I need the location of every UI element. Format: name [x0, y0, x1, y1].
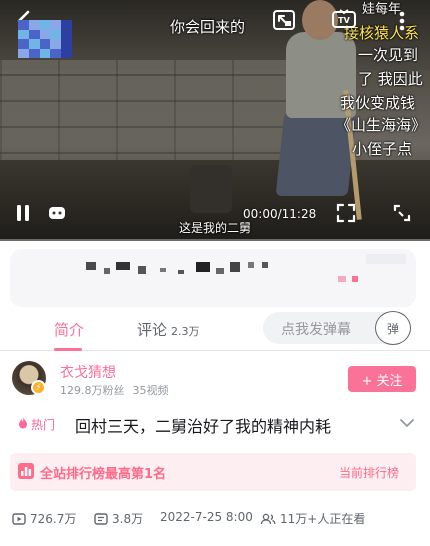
danmaku-stat: 3.8万: [94, 510, 143, 527]
tv-cast-icon[interactable]: TV: [330, 8, 358, 32]
tab-comments-count: 2.3万: [171, 325, 200, 338]
danmaku-count: 3.8万: [112, 512, 144, 526]
picture-in-picture-icon[interactable]: [270, 8, 298, 32]
views-stat: 726.7万: [12, 510, 76, 527]
views-count: 726.7万: [30, 512, 77, 526]
watching-count: 11万+人正在看: [280, 512, 366, 526]
video-title: 回村三天，二舅治好了我的精神内耗: [75, 417, 332, 436]
watching-icon: [260, 513, 276, 524]
danmaku-input-placeholder: 点我发弹幕: [281, 322, 351, 338]
ad-logo: [18, 20, 72, 58]
danmaku-item: 《山生海海》: [336, 116, 427, 134]
danmaku-item: 了 我因此: [358, 70, 423, 88]
danmaku-item: 你会回来的: [170, 18, 246, 36]
current-ranking-link[interactable]: 当前排行榜: [339, 464, 399, 481]
views-icon: [12, 512, 26, 525]
publish-time: 2022-7-25 8:00: [160, 510, 253, 524]
verified-badge-icon: ⚡: [31, 380, 46, 395]
publish-time-text: 2022-7-25 8:00: [160, 510, 253, 524]
ad-banner[interactable]: [0, 241, 430, 309]
danmaku-item: 小侄子点: [352, 140, 413, 158]
tab-comments-label: 评论: [137, 321, 168, 339]
hot-tag[interactable]: 热门: [12, 414, 62, 434]
watching-stat: 11万+人正在看: [260, 510, 365, 527]
svg-text:TV: TV: [338, 16, 350, 25]
video-subtitle: 这是我的二舅: [178, 221, 251, 235]
chevron-down-icon[interactable]: [398, 414, 416, 432]
video-frame-basket: [190, 165, 232, 213]
danmaku-count-icon: [94, 512, 108, 525]
tab-intro[interactable]: 简介: [54, 319, 84, 340]
uploader-videos: 35视频: [132, 384, 169, 397]
danmaku-item: 一次见到: [358, 46, 419, 64]
uploader-fans: 129.8万粉丝: [60, 384, 125, 397]
ranking-text: 全站排行榜最高第1名: [40, 467, 167, 482]
uploader-stats: 129.8万粉丝 35视频: [60, 382, 169, 398]
danmaku-item: 我伙变成钱: [340, 94, 416, 112]
hot-tag-label: 热门: [31, 417, 56, 432]
danmaku-settings-button[interactable]: 弹: [375, 311, 411, 345]
flame-icon: [18, 416, 28, 432]
uploader-name[interactable]: 衣戈猜想: [60, 362, 116, 382]
follow-button[interactable]: + 关注: [348, 366, 416, 392]
tab-active-indicator: [54, 348, 82, 351]
ranking-icon: [18, 463, 34, 479]
more-options-icon[interactable]: [392, 6, 412, 36]
tab-comments[interactable]: 评论 2.3万: [137, 319, 200, 340]
